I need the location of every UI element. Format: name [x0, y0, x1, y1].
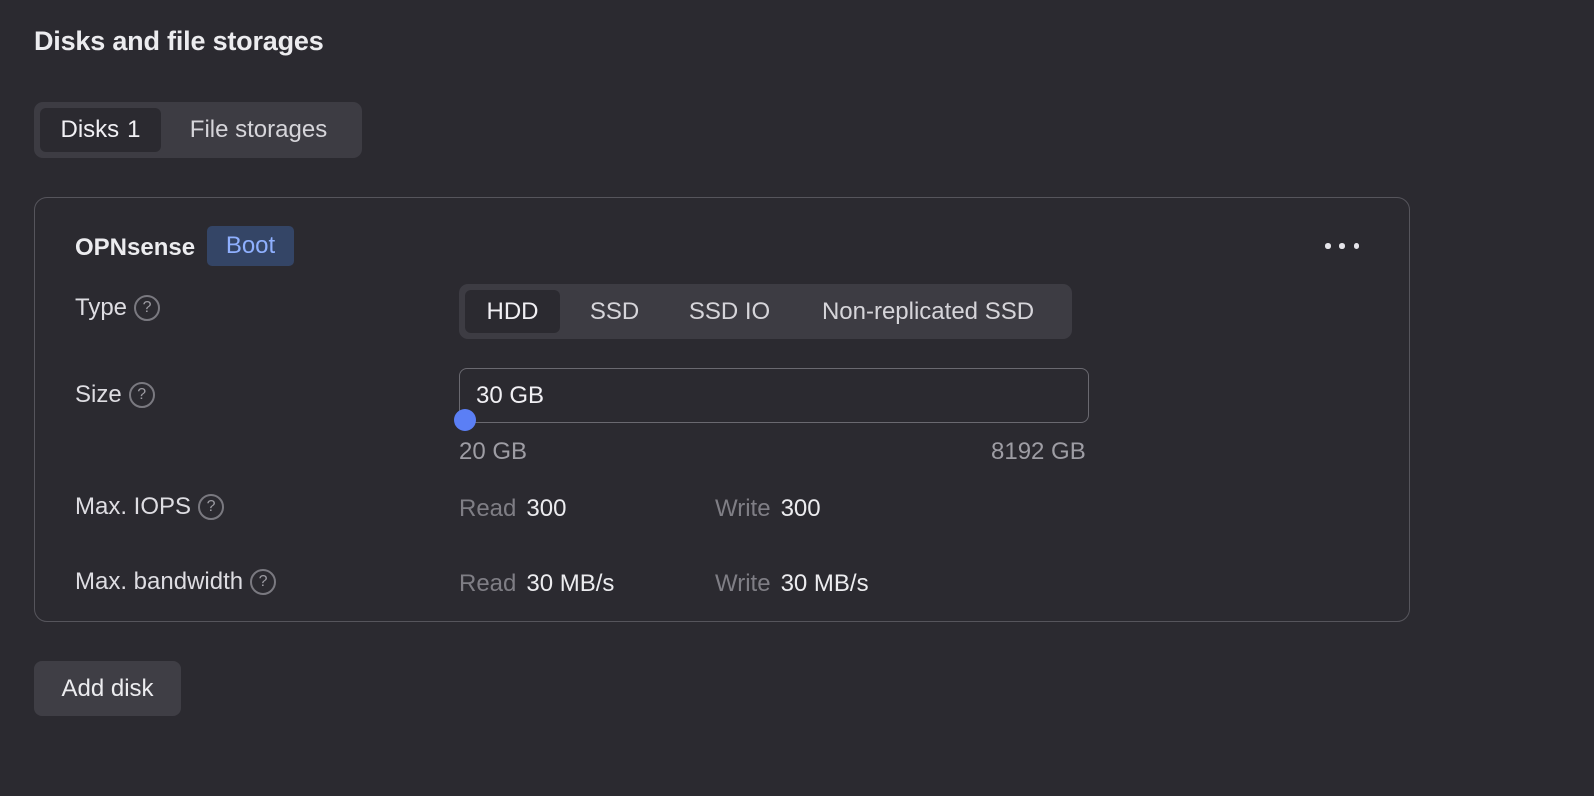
type-option-hdd[interactable]: HDD [465, 290, 560, 333]
disk-card: OPNsense Boot Type ? HDD SSD SSD IO Non-… [34, 197, 1410, 622]
more-dot [1339, 243, 1345, 249]
help-icon[interactable]: ? [250, 569, 277, 595]
tab-file-storages-label: File storages [189, 116, 328, 143]
help-icon[interactable]: ? [198, 494, 225, 520]
bandwidth-write-value: 30 MB/s [780, 570, 869, 597]
iops-write: Write 300 [715, 495, 821, 523]
section-title: Disks and file storages [34, 26, 324, 56]
iops-read: Read 300 [459, 495, 566, 523]
size-slider-handle[interactable] [454, 409, 476, 431]
help-icon[interactable]: ? [128, 382, 155, 408]
iops-read-label: Read [459, 495, 517, 522]
more-dot [1325, 243, 1331, 249]
add-disk-button[interactable]: Add disk [34, 661, 181, 716]
disk-type-selector: HDD SSD SSD IO Non-replicated SSD [459, 284, 1072, 339]
tab-disks-count: 1 [127, 116, 141, 143]
help-icon[interactable]: ? [134, 295, 161, 321]
iops-read-value: 300 [526, 495, 567, 522]
bandwidth-write-label: Write [715, 570, 771, 597]
bandwidth-read-label: Read [459, 570, 517, 597]
disks-section: Disks and file storages Disks 1 File sto… [0, 0, 1594, 796]
more-dot [1353, 243, 1359, 249]
type-option-ssd-io[interactable]: SSD IO [669, 290, 790, 333]
tab-disks-label: Disks [60, 116, 120, 143]
more-horizontal-icon[interactable] [1325, 232, 1359, 260]
iops-write-label: Write [715, 495, 771, 522]
size-row-label: Size ? [75, 381, 155, 409]
boot-badge: Boot [207, 226, 294, 266]
bandwidth-read: Read 30 MB/s [459, 570, 614, 598]
size-input[interactable] [459, 368, 1089, 423]
type-row-label: Type ? [75, 294, 161, 322]
bandwidth-row-label: Max. bandwidth ? [75, 568, 277, 596]
disk-name: OPNsense [75, 234, 196, 261]
type-label: Type [75, 294, 128, 321]
bandwidth-read-value: 30 MB/s [526, 570, 615, 597]
size-slider-max: 8192 GB [991, 438, 1086, 465]
storage-tabs: Disks 1 File storages [34, 102, 362, 158]
tab-file-storages[interactable]: File storages [161, 108, 356, 152]
type-option-ssd[interactable]: SSD [560, 290, 669, 333]
size-label: Size [75, 381, 122, 408]
iops-row-label: Max. IOPS ? [75, 493, 225, 521]
tab-disks[interactable]: Disks 1 [40, 108, 161, 152]
type-option-non-replicated-ssd[interactable]: Non-replicated SSD [790, 290, 1066, 333]
iops-label: Max. IOPS [75, 493, 192, 520]
size-slider-track[interactable] [459, 419, 1089, 421]
size-slider-min: 20 GB [459, 438, 528, 465]
iops-write-value: 300 [780, 495, 821, 522]
bandwidth-write: Write 30 MB/s [715, 570, 869, 598]
bandwidth-label: Max. bandwidth [75, 568, 244, 595]
